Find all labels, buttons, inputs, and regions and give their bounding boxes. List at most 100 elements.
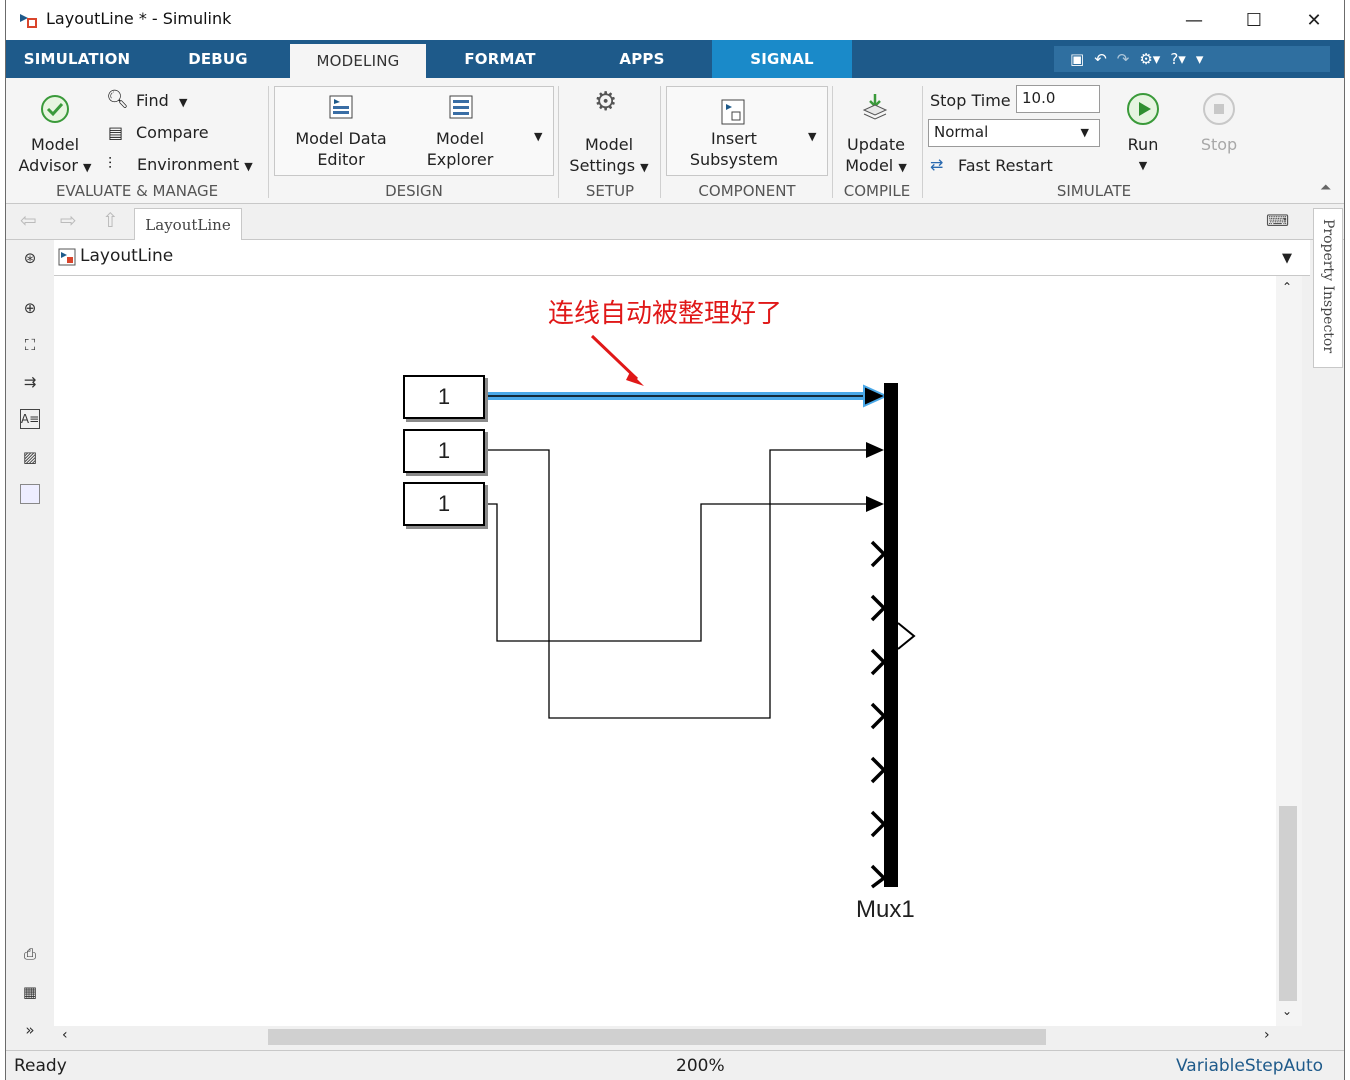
horizontal-scrollbar[interactable]: ‹ › bbox=[54, 1026, 1302, 1048]
constant-block-3[interactable]: 1 bbox=[403, 482, 485, 526]
vertical-scrollbar[interactable]: ⌃ ⌄ bbox=[1276, 276, 1302, 1026]
annotation-icon[interactable]: A≡ bbox=[20, 409, 40, 429]
run-icon[interactable] bbox=[1126, 92, 1160, 126]
model-explorer-label-2: Explorer bbox=[426, 150, 494, 169]
image-icon[interactable]: ▨ bbox=[20, 447, 40, 467]
tab-apps[interactable]: APPS bbox=[574, 40, 710, 78]
simulation-mode-select[interactable]: Normal ▼ bbox=[928, 119, 1100, 147]
run-button[interactable]: Run ▼ bbox=[1114, 134, 1172, 176]
group-evaluate-manage: EVALUATE & MANAGE bbox=[55, 182, 219, 200]
vertical-scroll-thumb[interactable] bbox=[1279, 806, 1297, 1001]
model-data-editor-label-1: Model Data bbox=[295, 129, 387, 148]
quick-access-toolbar: ▣ ↶ ↷ ⚙▾ ?▾ ▾ bbox=[1054, 46, 1330, 72]
menu-caret-icon[interactable]: ▾ bbox=[1196, 50, 1204, 68]
model-settings-button[interactable]: Model Settings ▼ bbox=[562, 134, 656, 178]
zoom-icon[interactable]: ⊕ bbox=[20, 298, 40, 318]
model-settings-label-2: Settings ▼ bbox=[569, 156, 649, 175]
group-component: COMPONENT bbox=[698, 182, 796, 200]
tab-debug[interactable]: DEBUG bbox=[148, 40, 288, 78]
environment-button[interactable]: Environment ▼ bbox=[137, 154, 253, 177]
help-icon[interactable]: ?▾ bbox=[1170, 50, 1186, 68]
status-solver[interactable]: VariableStepAuto bbox=[1176, 1056, 1323, 1076]
model-data-editor-label-2: Editor bbox=[317, 150, 365, 169]
tab-modeling[interactable]: MODELING bbox=[290, 40, 426, 78]
expand-palette-icon[interactable]: » bbox=[20, 1020, 40, 1040]
scroll-right-icon[interactable]: › bbox=[1264, 1027, 1270, 1043]
maximize-button[interactable]: ☐ bbox=[1224, 0, 1284, 40]
horizontal-scroll-thumb[interactable] bbox=[268, 1029, 1046, 1045]
up-arrow-icon[interactable]: ⇧ bbox=[102, 210, 119, 231]
status-ready: Ready bbox=[14, 1056, 67, 1076]
save-icon[interactable]: ▣ bbox=[1070, 50, 1084, 68]
run-label: Run bbox=[1127, 135, 1159, 154]
breadcrumb-tab[interactable]: LayoutLine bbox=[134, 208, 242, 240]
scroll-left-icon[interactable]: ‹ bbox=[62, 1027, 68, 1043]
scroll-up-icon[interactable]: ⌃ bbox=[1282, 280, 1292, 294]
status-zoom: 200% bbox=[676, 1056, 725, 1076]
scroll-down-icon[interactable]: ⌄ bbox=[1282, 1004, 1292, 1018]
connect-icon[interactable]: ⇉ bbox=[20, 372, 40, 392]
simulink-app-icon bbox=[20, 14, 37, 28]
compare-button[interactable]: Compare bbox=[136, 122, 209, 143]
insert-subsystem-label-2: Subsystem bbox=[689, 150, 779, 169]
redo-icon[interactable]: ↷ bbox=[1117, 50, 1130, 68]
find-icon: 🔍︎ bbox=[106, 89, 129, 110]
ribbon: Model Advisor ▼ 🔍︎ Find ▼ ▤ Compare ⫶ En… bbox=[6, 78, 1344, 204]
area-icon[interactable] bbox=[20, 484, 40, 504]
fit-to-view-icon[interactable]: ⛶ bbox=[20, 335, 40, 355]
model-browser-icon[interactable]: ▦ bbox=[20, 982, 40, 1002]
stop-icon bbox=[1203, 93, 1235, 125]
model-icon bbox=[58, 248, 76, 266]
mux-outport bbox=[897, 622, 916, 650]
signal-line-3[interactable] bbox=[486, 503, 866, 642]
simulation-mode-value: Normal bbox=[934, 123, 989, 141]
chevron-down-icon: ▼ bbox=[1080, 126, 1089, 139]
canvas-annotation: 连线自动被整理好了 bbox=[548, 299, 783, 329]
hide-browser-icon[interactable]: ⊛ bbox=[20, 248, 40, 268]
model-data-editor-button[interactable]: Model Data Editor bbox=[288, 128, 394, 170]
fast-restart-button[interactable]: Fast Restart bbox=[958, 155, 1053, 176]
signal-lines bbox=[486, 334, 916, 889]
model-explorer-button[interactable]: Model Explorer bbox=[414, 128, 506, 170]
ribbon-separator bbox=[558, 86, 559, 198]
address-dropdown-icon[interactable]: ▼ bbox=[1282, 248, 1292, 269]
undo-icon[interactable]: ↶ bbox=[1094, 50, 1107, 68]
address-bar: LayoutLine ▼ bbox=[54, 240, 1310, 276]
screenshot-icon[interactable]: ⎙ bbox=[20, 944, 40, 964]
window-title: LayoutLine * - Simulink bbox=[46, 9, 232, 28]
minimize-button[interactable]: — bbox=[1164, 0, 1224, 40]
tab-signal[interactable]: SIGNAL bbox=[712, 40, 852, 78]
back-arrow-icon[interactable]: ⇦ bbox=[20, 210, 37, 231]
customize-icon[interactable]: ⚙▾ bbox=[1139, 50, 1160, 68]
collapse-ribbon-icon[interactable]: ⏶ bbox=[1320, 178, 1331, 199]
ribbon-separator bbox=[660, 86, 661, 198]
find-button[interactable]: Find ▼ bbox=[136, 90, 187, 113]
mux-block[interactable] bbox=[884, 383, 898, 887]
signal-line-2[interactable] bbox=[486, 449, 866, 719]
tab-simulation[interactable]: SIMULATION bbox=[6, 40, 148, 78]
constant-block-2[interactable]: 1 bbox=[403, 429, 485, 473]
close-button[interactable]: ✕ bbox=[1284, 0, 1344, 40]
design-gallery-expand-icon[interactable]: ▼ bbox=[534, 124, 542, 147]
keyboard-icon[interactable]: ⌨ bbox=[1266, 210, 1289, 231]
model-canvas[interactable] bbox=[54, 276, 1276, 1026]
environment-icon: ⫶ bbox=[108, 154, 113, 173]
model-advisor-button[interactable]: Model Advisor ▼ bbox=[14, 134, 96, 178]
model-data-editor-icon bbox=[329, 95, 353, 119]
arrowhead-2 bbox=[866, 442, 884, 458]
update-model-button[interactable]: Update Model ▼ bbox=[836, 134, 916, 178]
tab-format[interactable]: FORMAT bbox=[426, 40, 574, 78]
ribbon-separator bbox=[922, 86, 923, 198]
stop-time-input[interactable]: 10.0 bbox=[1016, 85, 1100, 113]
insert-subsystem-button[interactable]: Insert Subsystem bbox=[678, 128, 790, 170]
arrowhead-1 bbox=[863, 384, 889, 408]
update-model-icon bbox=[862, 94, 888, 120]
forward-arrow-icon[interactable]: ⇨ bbox=[60, 210, 77, 231]
constant-block-1[interactable]: 1 bbox=[403, 375, 485, 419]
navigation-bar: ⇦ ⇨ ⇧ LayoutLine ⌨ bbox=[6, 204, 1344, 240]
group-compile: COMPILE bbox=[843, 182, 911, 200]
stop-button[interactable]: Stop bbox=[1190, 134, 1248, 155]
property-inspector-tab[interactable]: Property Inspector bbox=[1313, 208, 1343, 368]
component-gallery-expand-icon[interactable]: ▼ bbox=[808, 124, 816, 147]
status-bar: Ready 200% VariableStepAuto bbox=[6, 1050, 1344, 1080]
